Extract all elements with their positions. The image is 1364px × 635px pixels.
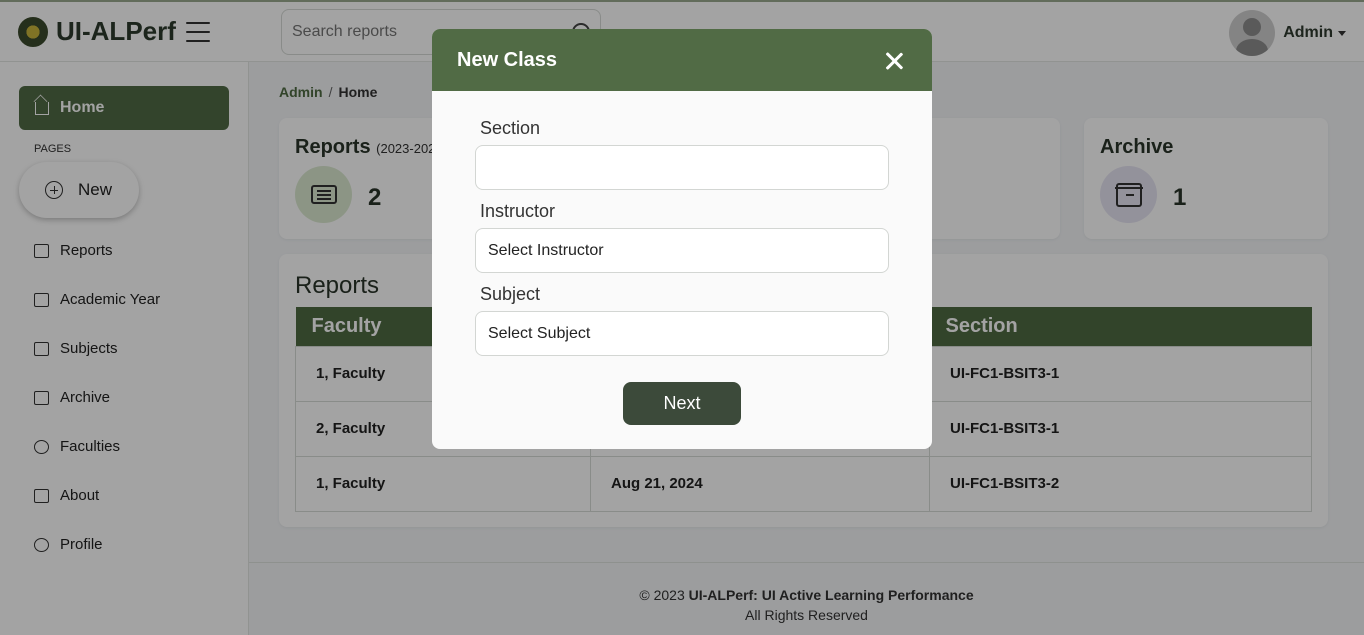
new-class-modal: New Class Section Instructor Select Inst…	[432, 29, 932, 449]
subject-label: Subject	[480, 284, 541, 304]
modal-header: New Class	[432, 29, 932, 91]
modal-title: New Class	[457, 48, 558, 71]
section-label: Section	[480, 118, 541, 138]
section-input[interactable]	[475, 145, 889, 190]
instructor-select[interactable]: Select Instructor	[475, 228, 889, 273]
next-button[interactable]: Next	[623, 382, 741, 425]
close-icon[interactable]	[884, 51, 904, 71]
instructor-label: Instructor	[480, 201, 556, 221]
subject-select[interactable]: Select Subject	[475, 311, 889, 356]
